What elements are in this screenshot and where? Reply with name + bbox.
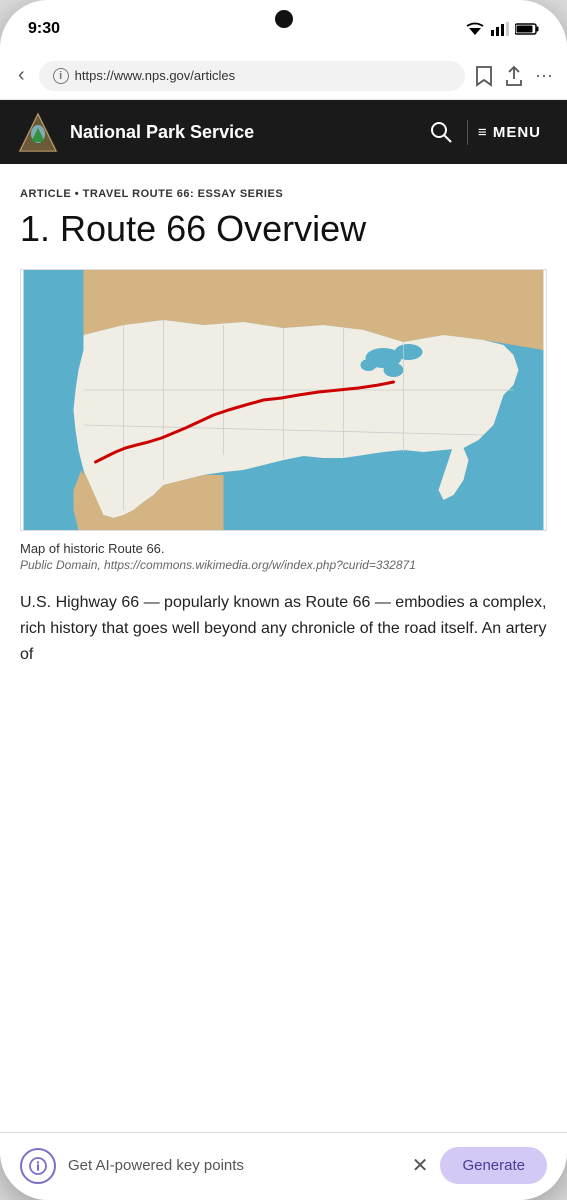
share-icon[interactable] [505,65,523,87]
wifi-icon [465,22,485,36]
bookmark-icon[interactable] [475,65,493,87]
browser-actions: ··· [475,65,553,87]
url-info-icon: i [53,68,69,84]
content-area: ARTICLE • TRAVEL ROUTE 66: ESSAY SERIES … [0,164,567,1132]
browser-bar: ‹ i https://www.nps.gov/articles ··· [0,52,567,100]
article-category: ARTICLE • TRAVEL ROUTE 66: ESSAY SERIES [20,188,547,200]
nps-menu-button[interactable]: ≡ MENU [467,120,551,145]
ai-label: Get AI-powered key points [56,1157,412,1174]
phone-frame: 9:30 ‹ i https: [0,0,567,1200]
ai-info-icon[interactable] [20,1148,56,1184]
article-body-text: U.S. Highway 66 — popularly known as Rou… [20,590,547,667]
header-search-icon[interactable] [429,120,453,144]
generate-button[interactable]: Generate [440,1147,547,1184]
close-icon[interactable]: ✕ [412,1153,429,1178]
map-image [20,269,547,531]
status-time: 9:30 [28,20,60,38]
bottom-bar: Get AI-powered key points ✕ Generate [0,1132,567,1200]
nps-header-title: National Park Service [70,122,419,143]
nps-header: National Park Service ≡ MENU [0,100,567,164]
status-icons [465,22,539,36]
signal-icon [491,22,509,36]
map-attribution: Public Domain, https://commons.wikimedia… [20,558,547,572]
more-icon[interactable]: ··· [535,65,553,86]
nps-logo [16,110,60,154]
battery-icon [515,23,539,35]
url-bar[interactable]: i https://www.nps.gov/articles [39,61,465,91]
url-text: https://www.nps.gov/articles [75,68,451,83]
route66-map-svg [21,270,546,530]
article-title: 1. Route 66 Overview [20,208,547,249]
back-button[interactable]: ‹ [14,60,29,91]
camera-notch [275,10,293,28]
map-caption: Map of historic Route 66. [20,541,547,556]
